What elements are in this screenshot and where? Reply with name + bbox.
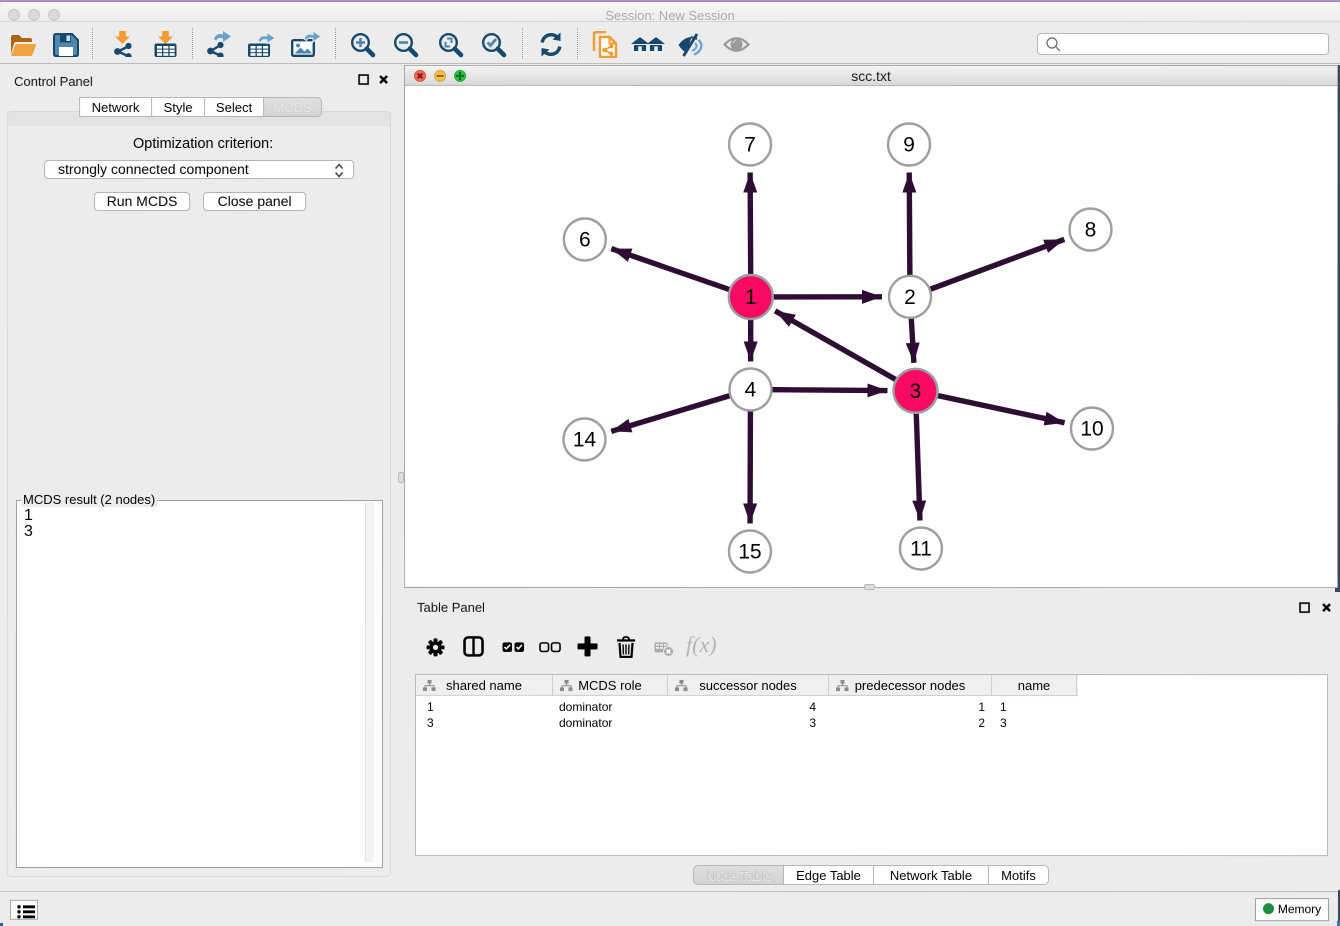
svg-text:1: 1 [745,286,757,309]
svg-text:15: 15 [738,540,761,563]
svg-text:14: 14 [573,428,597,451]
svg-text:10: 10 [1080,418,1103,441]
svg-text:9: 9 [903,134,915,157]
svg-text:6: 6 [579,228,591,251]
svg-text:7: 7 [744,133,756,156]
svg-text:4: 4 [745,378,757,401]
svg-text:11: 11 [910,538,932,561]
svg-text:8: 8 [1085,219,1097,242]
svg-text:2: 2 [904,286,916,309]
svg-text:3: 3 [910,380,922,403]
